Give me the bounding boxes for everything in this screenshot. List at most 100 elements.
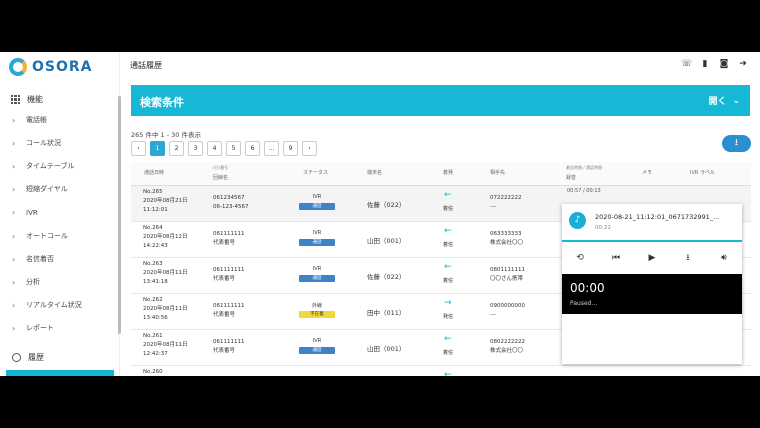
call-number: No.262 xyxy=(143,297,163,303)
page-button[interactable]: 6 xyxy=(245,141,260,156)
sidebar-item-analysis[interactable]: › 分析 xyxy=(12,277,40,287)
col-recording: 録音 xyxy=(566,175,577,181)
status-badge: 通話 xyxy=(299,203,335,210)
header-actions: ☏ ▮ ◙ ➜ xyxy=(681,59,748,69)
arrow-right-icon: → xyxy=(444,298,452,308)
grid-icon xyxy=(11,95,20,104)
page-next-button[interactable]: › xyxy=(302,141,317,156)
sidebar-header: 機能 xyxy=(11,94,43,105)
call-duration: 00:57 / 00:13 xyxy=(567,188,601,194)
caller-number: 061111111 xyxy=(213,339,245,345)
page-button[interactable]: 4 xyxy=(207,141,222,156)
col-caller: 回線名 xyxy=(213,175,229,181)
logout-icon[interactable]: ➜ xyxy=(738,59,748,69)
page-prev-button[interactable]: ‹ xyxy=(131,141,146,156)
arrow-left-icon: ← xyxy=(444,190,452,200)
col-partner: 相手先 xyxy=(490,170,506,176)
terminal-name: 佐藤（022） xyxy=(367,201,406,209)
chevron-right-icon: › xyxy=(12,277,16,287)
player-current-time: 00:00 xyxy=(570,281,605,295)
page-button[interactable]: … xyxy=(264,141,279,156)
volume-icon[interactable]: 🔊︎ xyxy=(718,253,730,263)
status-type: IVR xyxy=(312,338,322,344)
status-badge: 通話 xyxy=(299,275,335,282)
status-badge: 通話 xyxy=(299,239,335,246)
sidebar-item-label: タイムテーブル xyxy=(26,162,75,170)
sidebar-item-history[interactable]: 履歴 xyxy=(12,352,44,363)
logo-text: OSORA xyxy=(32,59,93,75)
page-button[interactable]: 5 xyxy=(226,141,241,156)
caller-number: 061234567 xyxy=(213,195,245,201)
play-icon[interactable]: ▶ xyxy=(646,253,658,263)
partner-name: --- xyxy=(490,204,496,210)
sidebar-item-timetable[interactable]: › タイムテーブル xyxy=(12,161,74,171)
caller-name: 代表番号 xyxy=(213,348,236,354)
sidebar-item-report[interactable]: › レポート xyxy=(12,323,54,333)
call-number: No.263 xyxy=(143,261,163,267)
partner-name: 株式会社〇〇 xyxy=(490,240,524,246)
partner-name: 株式会社〇〇 xyxy=(490,348,524,354)
chevron-right-icon: › xyxy=(12,115,16,125)
direction-label: 着信 xyxy=(443,350,454,356)
sidebar-scrollbar[interactable] xyxy=(118,96,121,334)
status-badge: 通話 xyxy=(299,347,335,354)
logo[interactable]: OSORA xyxy=(9,57,93,77)
repeat-icon[interactable]: ⟲ xyxy=(574,253,586,263)
caller-name: 代表番号 xyxy=(213,312,236,318)
terminal-name: 佐藤（022） xyxy=(367,273,406,281)
sidebar-item-autocall[interactable]: › オートコール xyxy=(12,231,68,241)
music-note-icon: ♪ xyxy=(569,212,586,229)
chevron-right-icon: › xyxy=(12,323,16,333)
sidebar-item-caller-block[interactable]: › 名信着否 xyxy=(12,254,54,264)
partner-number: 0802222222 xyxy=(490,339,525,345)
sidebar-item-label: 分析 xyxy=(26,278,40,286)
arrow-left-icon: ← xyxy=(444,226,452,236)
col-status: ステータス xyxy=(303,170,329,176)
sidebar-item-label: 履歴 xyxy=(28,353,44,362)
skip-previous-icon[interactable]: ⏮ xyxy=(610,253,622,263)
logo-mark-icon xyxy=(9,58,27,76)
search-open-toggle[interactable]: 開く ⌄ xyxy=(708,94,740,108)
sidebar-item-realtime[interactable]: › リアルタイム状況 xyxy=(12,300,82,310)
sidebar-item-speed-dial[interactable]: › 短縮ダイヤル xyxy=(12,184,68,194)
call-date: 2020年08月11日 xyxy=(143,342,188,348)
sidebar-item-label: オートコール xyxy=(26,232,68,240)
chevron-right-icon: › xyxy=(12,300,16,310)
sidebar-item-phonebook[interactable]: › 電話帳 xyxy=(12,115,47,125)
player-file-name: 2020-08-21_11:12:01_0671732991_... xyxy=(595,213,720,221)
result-count: 265 件中 1 - 30 件表示 xyxy=(131,131,201,139)
call-number: No.264 xyxy=(143,225,163,231)
page-button[interactable]: 2 xyxy=(169,141,184,156)
search-panel[interactable]: 検索条件 開く ⌄ xyxy=(131,85,750,116)
table-row[interactable]: No.260 ← xyxy=(131,366,751,376)
page-button[interactable]: 9 xyxy=(283,141,298,156)
page-title: 通話履歴 xyxy=(130,61,162,70)
status-badge: 不在着 xyxy=(299,311,335,318)
sidebar-item-ivr[interactable]: › IVR xyxy=(12,208,38,217)
status-type: IVR xyxy=(312,266,322,272)
audio-player-popup: ♪ 2020-08-21_11:12:01_0671732991_... 00:… xyxy=(562,204,742,364)
chevron-right-icon: › xyxy=(12,138,16,148)
caller-name: 代表番号 xyxy=(213,240,236,246)
partner-name: --- xyxy=(490,312,496,318)
call-date: 2020年08月21日 xyxy=(143,198,188,204)
player-state: Paused... xyxy=(570,300,598,307)
call-number: No.265 xyxy=(143,189,163,195)
col-direction: 着発 xyxy=(443,170,454,176)
page-button[interactable]: 1 xyxy=(150,141,165,156)
call-date: 2020年08月11日 xyxy=(143,306,188,312)
sidebar-active-indicator xyxy=(6,370,114,376)
phone-list-icon[interactable]: ☏ xyxy=(681,59,692,69)
chevron-down-icon: ⌄ xyxy=(732,95,740,106)
download-button[interactable]: ⭳ xyxy=(722,135,751,152)
caller-name: 06-123-4567 xyxy=(213,204,249,210)
download-icon[interactable]: ⭳ xyxy=(682,250,694,266)
page-button[interactable]: 3 xyxy=(188,141,203,156)
search-open-label: 開く xyxy=(708,97,727,107)
sidebar-item-label: 電話帳 xyxy=(26,116,47,124)
sidebar-item-call-status[interactable]: › コール状況 xyxy=(12,138,61,148)
book-icon[interactable]: ▮ xyxy=(700,59,710,69)
caller-name: 代表番号 xyxy=(213,276,236,282)
contact-icon[interactable]: ◙ xyxy=(719,59,729,69)
direction-label: 発信 xyxy=(443,314,454,320)
